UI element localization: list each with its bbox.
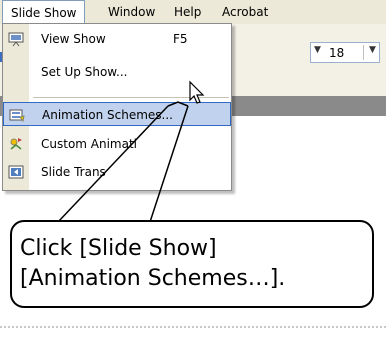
callout-line-1: Click [Slide Show] — [20, 236, 217, 261]
instruction-callout: Click [Slide Show] [Animation Schemes…]. — [10, 220, 374, 308]
dotted-divider — [0, 326, 386, 328]
callout-line-2: [Animation Schemes…]. — [20, 266, 286, 291]
mouse-cursor-icon — [188, 80, 208, 110]
